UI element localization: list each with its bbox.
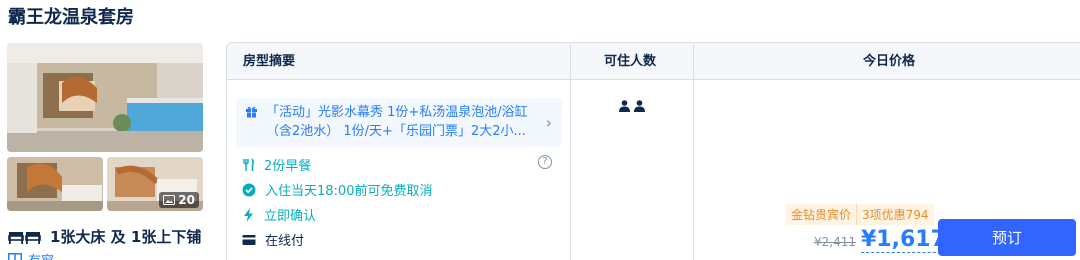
- current-price[interactable]: ¥1,617: [861, 228, 946, 253]
- utensils-icon: [243, 158, 254, 171]
- room-photo-main[interactable]: [7, 43, 203, 152]
- room-photo-thumb-1[interactable]: [7, 157, 103, 211]
- bed-icon: [8, 231, 41, 244]
- window-info: 有窗: [8, 250, 54, 260]
- window-text: 有窗: [28, 250, 54, 260]
- column-divider: [570, 43, 571, 260]
- discount-tags[interactable]: 金钻贵宾价 3项优惠794: [786, 204, 934, 225]
- feature-free-cancel: 入住当天18:00前可免费取消: [242, 180, 432, 199]
- instant-confirm-text: 立即确认: [264, 209, 317, 224]
- breakfast-text: 2份早餐: [264, 159, 312, 174]
- rate-table: 房型摘要 可住人数 今日价格 「活动」光影水幕秀 1份+私汤温泉泡池/浴缸 （含…: [226, 42, 1080, 260]
- bed-info: 1张大床 及 1张上下铺: [8, 226, 201, 247]
- chevron-right-icon: ›: [545, 113, 552, 132]
- book-button[interactable]: 预订: [938, 219, 1076, 256]
- room-photo-thumb-1-illustration: [7, 157, 103, 211]
- header-price: 今日价格: [863, 54, 916, 69]
- person-icon: [634, 100, 645, 112]
- room-photo-illustration: [7, 43, 203, 152]
- room-title: 霸王龙温泉套房: [8, 7, 134, 28]
- payment-text: 在线付: [265, 234, 305, 249]
- column-divider: [693, 43, 694, 260]
- lightning-icon: [244, 207, 253, 222]
- photo-count: 20: [178, 193, 195, 207]
- promo-package[interactable]: 「活动」光影水幕秀 1份+私汤温泉泡池/浴缸 （含2池水） 1份/天+「乐园门票…: [236, 98, 562, 147]
- photo-count-badge[interactable]: 20: [159, 192, 199, 208]
- discount-summary-tag: 3项优惠794: [856, 204, 934, 225]
- image-icon: [163, 195, 176, 205]
- promo-line-2: （含2池水） 1份/天+「乐园门票」2大2小...: [266, 124, 526, 139]
- guest-count: [619, 100, 645, 112]
- feature-instant-confirm: 立即确认: [242, 205, 316, 224]
- gift-icon: [246, 106, 257, 118]
- credit-card-icon: [242, 234, 256, 245]
- original-price: ¥2,411: [814, 235, 856, 249]
- window-icon: [8, 253, 22, 260]
- promo-text: 「活动」光影水幕秀 1份+私汤温泉泡池/浴缸 （含2池水） 1份/天+「乐园门票…: [266, 103, 534, 141]
- room-photo-thumb-2[interactable]: 20: [107, 157, 203, 211]
- price-row: ¥2,411 ¥1,617: [814, 228, 946, 253]
- feature-payment: 在线付: [242, 230, 304, 249]
- feature-breakfast: 2份早餐: [242, 155, 311, 174]
- help-icon[interactable]: ?: [538, 155, 552, 169]
- bed-text: 1张大床 及 1张上下铺: [50, 228, 202, 246]
- person-icon: [619, 100, 630, 112]
- free-cancel-text: 入住当天18:00前可免费取消: [265, 184, 433, 199]
- check-circle-icon: [242, 183, 256, 196]
- member-price-tag: 金钻贵宾价: [786, 204, 857, 225]
- header-room-summary: 房型摘要: [243, 54, 296, 69]
- promo-line-1: 「活动」光影水幕秀 1份+私汤温泉泡池/浴缸: [266, 105, 528, 120]
- header-occupancy: 可住人数: [604, 54, 657, 69]
